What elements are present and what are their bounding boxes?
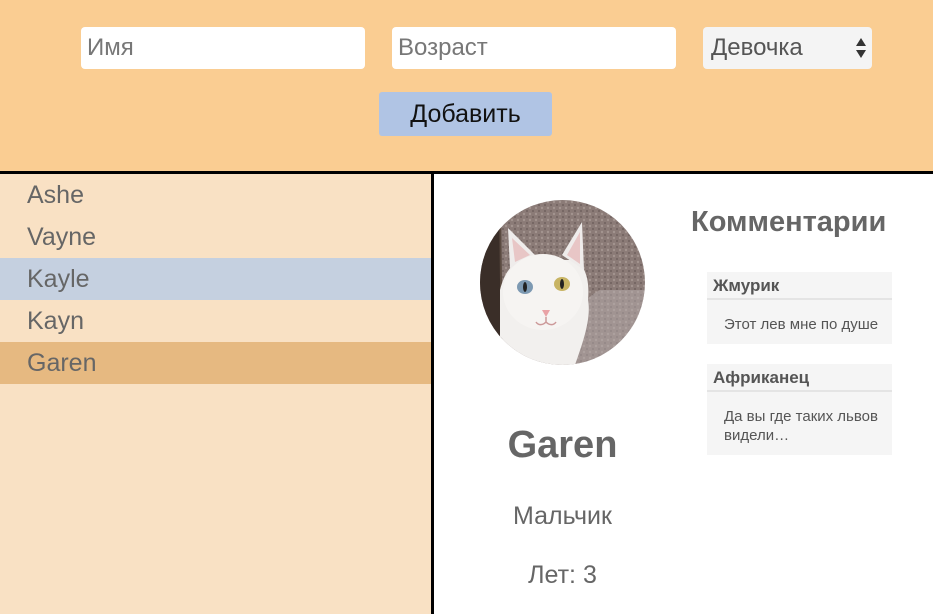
list-item[interactable]: Kayn	[0, 300, 431, 342]
comment-author: Жмурик	[707, 272, 892, 300]
list-item[interactable]: Vayne	[0, 216, 431, 258]
comments-title: Комментарии	[691, 206, 887, 238]
list-item[interactable]: Ashe	[0, 174, 431, 216]
pet-detail-panel: Garen Мальчик Лет: 3 Комментарии Жмурик …	[434, 174, 933, 614]
pet-age: Лет: 3	[528, 561, 597, 589]
comment-card: Жмурик Этот лев мне по душе	[707, 272, 892, 344]
pet-gender: Мальчик	[513, 502, 612, 530]
comment-text: Этот лев мне по душе	[724, 316, 879, 333]
comment-author: Африканец	[707, 364, 892, 392]
comment-text: Да вы где таких львов видели…	[724, 408, 878, 444]
cat-photo	[480, 200, 645, 365]
pet-list: Ashe Vayne Kayle Kayn Garen	[0, 174, 431, 614]
list-item[interactable]: Kayle	[0, 258, 431, 300]
age-input[interactable]	[392, 27, 676, 69]
name-input[interactable]	[81, 27, 365, 69]
pet-avatar	[480, 200, 645, 365]
gender-select[interactable]: Девочка	[703, 27, 872, 69]
comment-card: Африканец Да вы где таких львов видели…	[707, 364, 892, 455]
pet-name: Garen	[507, 424, 618, 466]
list-item-selected[interactable]: Garen	[0, 342, 431, 384]
select-arrows-icon	[856, 38, 866, 58]
add-pet-form: Девочка Добавить	[0, 0, 933, 171]
add-button[interactable]: Добавить	[379, 92, 552, 136]
gender-select-value: Девочка	[711, 34, 803, 61]
